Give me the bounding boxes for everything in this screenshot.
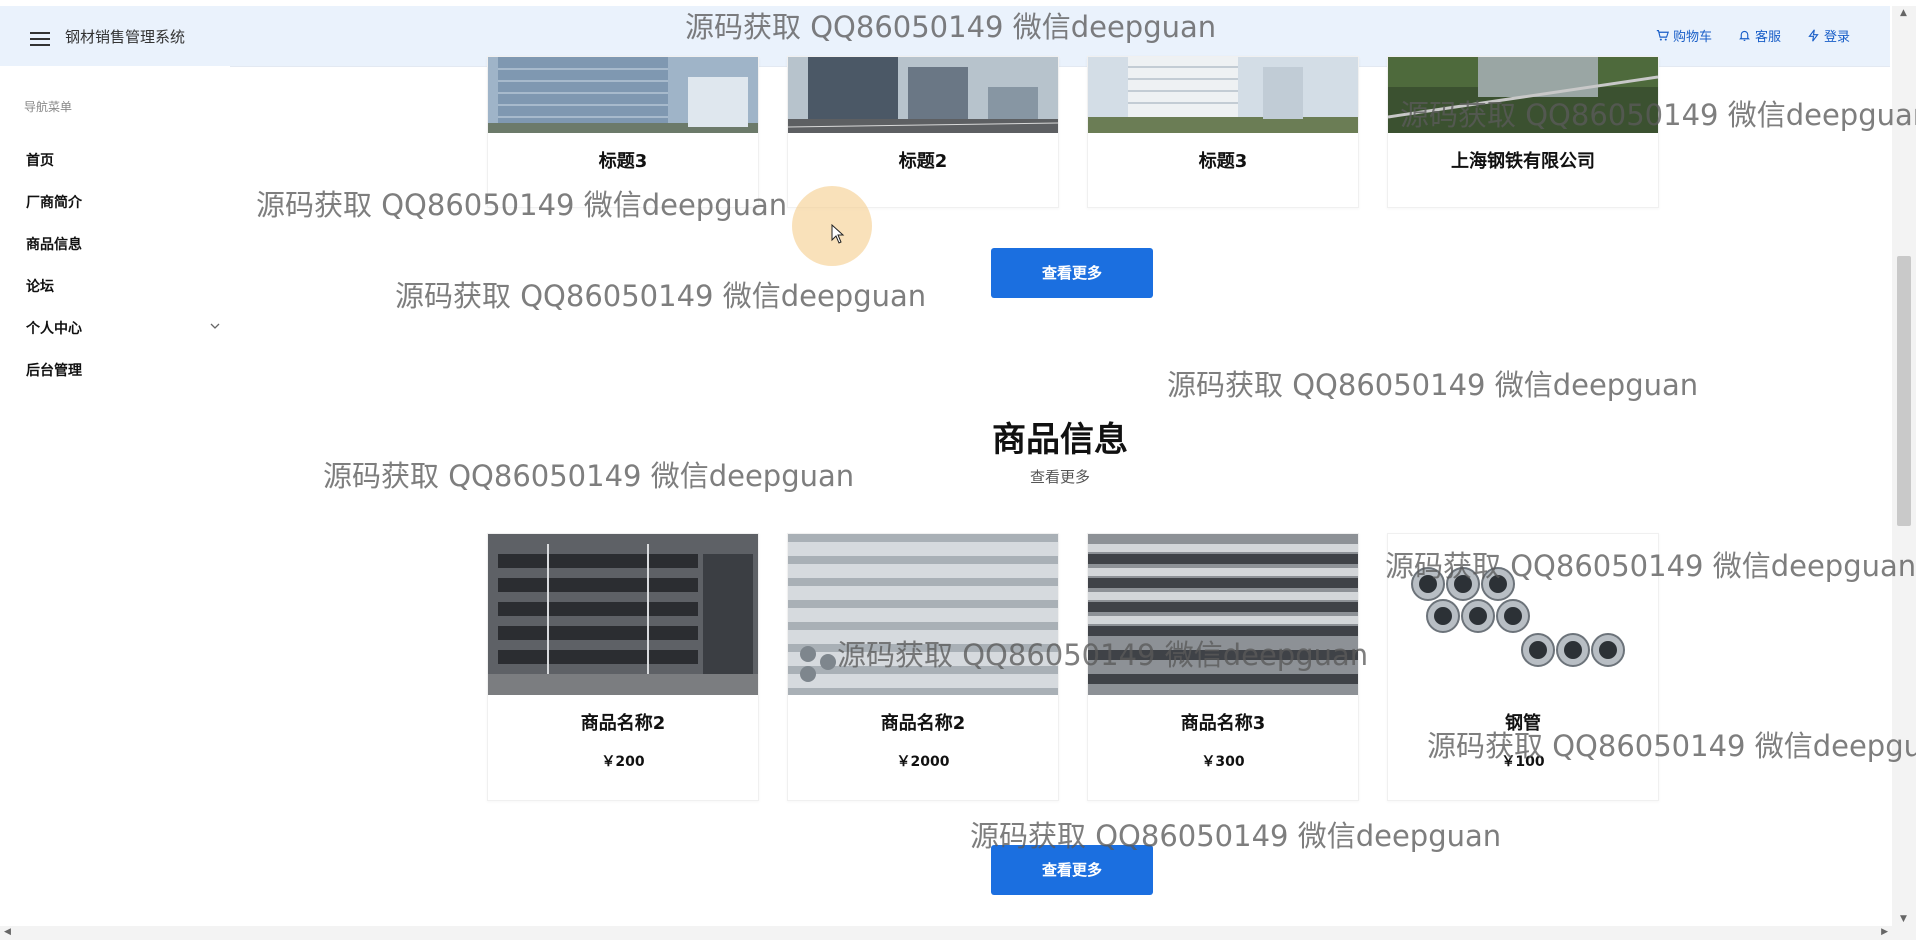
horizontal-scrollbar[interactable]: ◀ ▶	[0, 926, 1916, 940]
news-image	[1388, 57, 1658, 133]
product-name: 钢管	[1505, 713, 1541, 734]
vertical-scrollbar[interactable]: ▲ ▼	[1892, 6, 1916, 926]
news-card[interactable]: 上海钢铁有限公司	[1387, 56, 1659, 208]
main-content: 标题3 标题2 标题3 上海钢铁有限公司 查看更多 商品信息 查看更多 商品名称…	[230, 56, 1890, 926]
header-links: 购物车 客服 登录	[1656, 26, 1850, 45]
product-card[interactable]: 商品名称3 ￥300	[1087, 533, 1359, 801]
news-image	[788, 57, 1058, 133]
mouse-cursor-icon	[831, 224, 845, 244]
sidebar-item-personal-label: 个人中心	[26, 321, 82, 337]
product-image	[788, 534, 1058, 695]
news-title: 标题3	[598, 151, 648, 172]
news-card[interactable]: 标题3	[487, 56, 759, 208]
sidebar-item-forum[interactable]: 论坛	[26, 276, 221, 296]
product-image	[1388, 534, 1658, 695]
product-card[interactable]: 钢管 ￥100	[1387, 533, 1659, 801]
scroll-right-icon[interactable]: ▶	[1881, 927, 1888, 937]
product-image	[1088, 534, 1358, 695]
sidebar-item-personal[interactable]: 个人中心	[26, 318, 221, 338]
scroll-down-icon[interactable]: ▼	[1900, 914, 1907, 924]
service-link[interactable]: 客服	[1738, 26, 1781, 45]
section-more-link[interactable]: 查看更多	[230, 466, 1890, 487]
chevron-down-icon	[210, 323, 220, 329]
news-image	[1088, 57, 1358, 133]
sidebar: 导航菜单 首页 厂商简介 商品信息 论坛 个人中心 后台管理	[0, 66, 230, 926]
menu-icon[interactable]	[30, 32, 50, 46]
login-label: 登录	[1823, 30, 1850, 45]
news-more-button[interactable]: 查看更多	[991, 248, 1153, 298]
scrollbar-thumb[interactable]	[1897, 256, 1911, 526]
news-card[interactable]: 标题3	[1087, 56, 1359, 208]
news-title: 上海钢铁有限公司	[1451, 151, 1595, 172]
product-card[interactable]: 商品名称2 ￥200	[487, 533, 759, 801]
cart-icon	[1656, 30, 1669, 41]
section-title: 商品信息	[992, 420, 1128, 460]
product-name: 商品名称3	[1180, 713, 1266, 734]
news-image	[488, 57, 758, 133]
cart-link[interactable]: 购物车	[1656, 26, 1712, 45]
product-name: 商品名称2	[880, 713, 966, 734]
cart-label: 购物车	[1672, 30, 1712, 45]
sidebar-item-admin[interactable]: 后台管理	[26, 360, 221, 380]
news-title: 标题3	[1198, 151, 1248, 172]
sidebar-item-products[interactable]: 商品信息	[26, 234, 221, 254]
products-more-button[interactable]: 查看更多	[991, 845, 1153, 895]
product-price: ￥100	[1501, 754, 1545, 770]
product-price: ￥300	[1201, 754, 1245, 770]
sidebar-item-home[interactable]: 首页	[26, 150, 221, 170]
product-card[interactable]: 商品名称2 ￥2000	[787, 533, 1059, 801]
service-label: 客服	[1754, 30, 1781, 45]
product-price: ￥200	[601, 754, 645, 770]
app-title: 钢材销售管理系统	[65, 28, 186, 46]
news-title: 标题2	[898, 151, 948, 172]
login-link[interactable]: 登录	[1807, 26, 1850, 45]
bell-icon	[1739, 30, 1750, 41]
sidebar-item-vendor[interactable]: 厂商简介	[26, 192, 221, 212]
product-price: ￥2000	[896, 754, 950, 770]
bolt-icon	[1808, 29, 1819, 42]
scroll-left-icon[interactable]: ◀	[4, 927, 11, 937]
product-image	[488, 534, 758, 695]
product-name: 商品名称2	[580, 713, 666, 734]
scroll-up-icon[interactable]: ▲	[1900, 8, 1907, 18]
nav-title: 导航菜单	[24, 100, 73, 114]
